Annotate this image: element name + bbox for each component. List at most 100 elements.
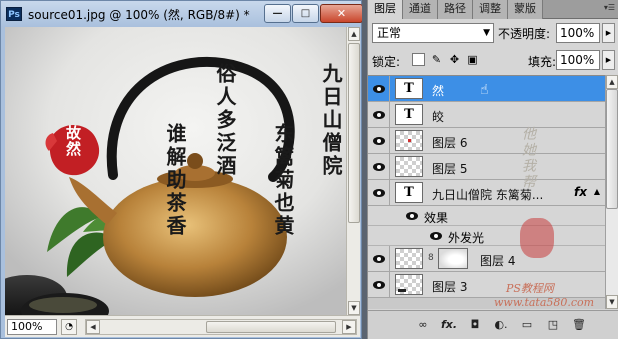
document-titlebar[interactable]: Ps source01.jpg @ 100% (然, RGB/8#) * — □… [1, 1, 364, 27]
fill-slider-arrow[interactable]: ▶ [602, 50, 615, 70]
text-layer-thumbnail: T [395, 78, 423, 99]
opacity-label: 不透明度: [498, 27, 551, 41]
new-layer-icon[interactable]: ◳ [544, 317, 562, 333]
layers-scrollbar[interactable]: ▲ ▼ [605, 75, 618, 309]
layer-name: 图层 4 [480, 254, 516, 268]
eye-icon [372, 188, 385, 197]
close-icon: ✕ [336, 7, 347, 20]
scroll-thumb[interactable] [348, 43, 360, 223]
layer-row[interactable]: T 九日山僧院 东篱菊... fx ▲ [368, 180, 605, 206]
poem-line-4: 谁解助茶香 [163, 123, 187, 238]
effect-item-row[interactable]: 外发光 [368, 226, 605, 246]
horizontal-scroll-thumb[interactable] [206, 321, 336, 333]
status-menu-button[interactable]: ◔ [61, 319, 77, 335]
panel-menu-icon[interactable]: ▾☰ [604, 3, 615, 12]
visibility-toggle[interactable] [368, 102, 390, 127]
document-status-bar: 100% ◔ ◀ ▶ [5, 315, 360, 337]
panel-bottom-toolbar: ∞ fx. ◘ ◐. ▭ ◳ 🗑 [368, 310, 618, 339]
fill-input[interactable]: 100% [556, 50, 600, 70]
layer-name: 然 [432, 84, 445, 98]
visibility-toggle[interactable] [368, 128, 390, 153]
eye-icon [372, 110, 385, 119]
layer-row[interactable]: 图层 5 [368, 154, 605, 180]
scroll-down-arrow[interactable]: ▼ [348, 301, 360, 315]
hand-cursor-icon: ☝ [480, 82, 489, 98]
layers-panel: 图层 通道 路径 调整 蒙版 ▾☰ 正常 ▼ 不透明度: 100% ▶ 锁定: … [367, 0, 618, 339]
lock-pixels-icon[interactable]: ✎ [430, 53, 443, 66]
panel-tab-bar: 图层 通道 路径 调整 蒙版 ▾☰ [368, 0, 618, 19]
layer-name: 图层 6 [432, 136, 468, 150]
tab-masks[interactable]: 蒙版 [508, 0, 543, 19]
trash-icon[interactable]: 🗑 [570, 317, 588, 333]
visibility-toggle[interactable] [368, 180, 390, 205]
layer-thumbnail [395, 130, 423, 151]
effects-row[interactable]: 效果 [368, 206, 605, 226]
minimize-button[interactable]: — [264, 4, 291, 23]
zoom-field[interactable]: 100% [7, 319, 57, 335]
document-window: Ps source01.jpg @ 100% (然, RGB/8#) * — □… [0, 0, 364, 339]
layer-name: 图层 3 [432, 280, 468, 294]
adjustment-layer-icon[interactable]: ◐. [492, 317, 510, 333]
scroll-up-arrow[interactable]: ▲ [348, 27, 360, 41]
fx-icon[interactable]: fx [574, 185, 587, 199]
visibility-toggle[interactable] [368, 246, 390, 271]
lock-all-icon[interactable]: ▣ [466, 53, 479, 66]
chevron-up-icon[interactable]: ▲ [594, 187, 600, 196]
scroll-up-arrow[interactable]: ▲ [606, 75, 618, 89]
eye-icon[interactable] [430, 232, 442, 240]
eye-icon [372, 254, 385, 263]
canvas-vertical-scrollbar[interactable]: ▲ ▼ [346, 27, 360, 315]
canvas-horizontal-scrollbar[interactable]: ◀ ▶ [85, 319, 357, 335]
lock-position-icon[interactable]: ✥ [448, 53, 461, 66]
text-layer-thumbnail: T [395, 104, 423, 125]
scroll-left-arrow[interactable]: ◀ [86, 320, 100, 334]
layer-row[interactable]: 图层 3 [368, 272, 605, 298]
tab-channels[interactable]: 通道 [403, 0, 438, 19]
lock-label: 锁定: [372, 55, 401, 69]
new-group-icon[interactable]: ▭ [518, 317, 536, 333]
eye-icon[interactable] [406, 212, 418, 220]
tab-paths[interactable]: 路径 [438, 0, 473, 19]
window-controls: — □ ✕ [264, 4, 364, 23]
layers-list: T 然 ☝ T 皎 图层 6 图层 5 T 九日山僧院 东篱菊... fx ▲ … [368, 75, 605, 309]
layer-row[interactable]: T 然 ☝ [368, 76, 605, 102]
close-button[interactable]: ✕ [320, 4, 363, 23]
visibility-toggle[interactable] [368, 272, 390, 297]
visibility-toggle[interactable] [368, 154, 390, 179]
layer-name: 九日山僧院 东篱菊... [432, 188, 544, 202]
tab-layers[interactable]: 图层 [368, 0, 403, 19]
maximize-icon: □ [300, 7, 311, 19]
scroll-right-arrow[interactable]: ▶ [342, 320, 356, 334]
opacity-slider-arrow[interactable]: ▶ [602, 23, 615, 43]
tab-adjustments[interactable]: 调整 [473, 0, 508, 19]
scroll-down-arrow[interactable]: ▼ [606, 295, 618, 309]
blend-row: 正常 ▼ 不透明度: 100% ▶ [372, 23, 615, 43]
layer-row[interactable]: 8 图层 4 [368, 246, 605, 272]
maximize-button[interactable]: □ [292, 4, 319, 23]
eye-icon [372, 162, 385, 171]
layer-thumbnail [395, 274, 423, 295]
scroll-thumb[interactable] [606, 89, 618, 209]
layer-row[interactable]: T 皎 [368, 102, 605, 128]
blend-mode-value: 正常 [377, 26, 402, 40]
seal-text: 故然 [64, 125, 82, 157]
layer-mask-thumbnail[interactable] [438, 248, 468, 269]
lock-row: 锁定: ✎ ✥ ▣ 填充: 100% ▶ [372, 50, 615, 70]
link-layers-icon[interactable]: ∞ [414, 317, 432, 333]
layer-row[interactable]: 图层 6 [368, 128, 605, 154]
eye-icon [372, 84, 385, 93]
add-style-fx-icon[interactable]: fx. [440, 317, 458, 333]
add-mask-icon[interactable]: ◘ [466, 317, 484, 333]
layer-thumbnail [395, 248, 423, 269]
poem-line-1: 九日山僧院 [319, 63, 343, 178]
chain-link-icon[interactable]: 8 [428, 253, 434, 263]
visibility-toggle[interactable] [368, 76, 390, 101]
text-layer-thumbnail: T [395, 182, 423, 203]
layer-name: 皎 [432, 110, 445, 124]
blend-mode-select[interactable]: 正常 ▼ [372, 23, 494, 43]
opacity-input[interactable]: 100% [556, 23, 600, 43]
layer-name: 图层 5 [432, 162, 468, 176]
lock-transparency-icon[interactable] [412, 53, 425, 66]
fill-label: 填充: [528, 55, 557, 69]
image-canvas[interactable]: 故然 九日山僧院 东篱菊也黄 俗人多泛酒 谁解助茶香 [5, 27, 346, 315]
